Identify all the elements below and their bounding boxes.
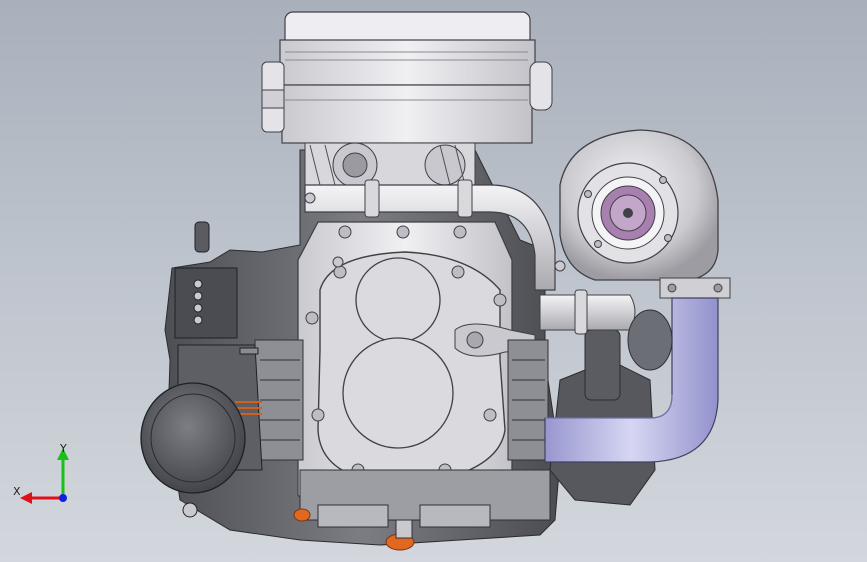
turbocharger[interactable] <box>559 129 731 299</box>
intake-manifold[interactable] <box>261 11 553 144</box>
cad-viewport[interactable]: Y X <box>0 0 867 562</box>
z-axis-dot <box>59 494 67 502</box>
y-axis-label: Y <box>59 442 67 455</box>
x-axis-label: X <box>13 485 21 498</box>
x-axis-arrow <box>20 492 32 504</box>
coordinate-triad: Y X <box>13 442 69 504</box>
supercharger-drive <box>304 142 476 189</box>
engine-assembly-model[interactable] <box>0 0 867 562</box>
